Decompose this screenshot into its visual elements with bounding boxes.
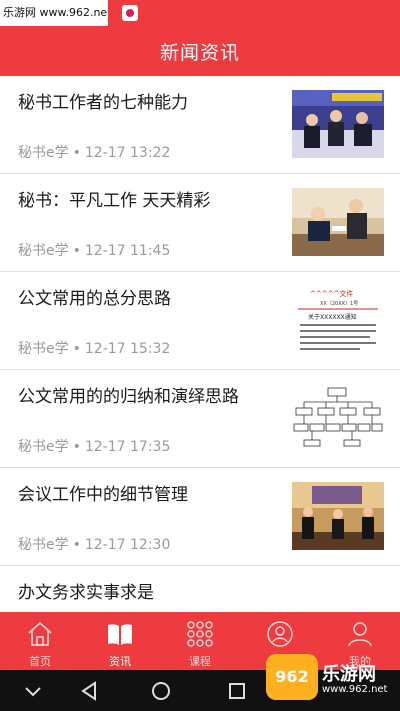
news-item[interactable]: 公文常用的的归纳和演绎思路 秘书e学 • 12-17 17:35 [0, 370, 400, 468]
news-item[interactable]: 会议工作中的细节管理 秘书e学 • 12-17 12:30 [0, 468, 400, 566]
news-meta: 秘书e学 • 12-17 17:35 [18, 439, 171, 455]
news-title: 会议工作中的细节管理 [18, 485, 188, 505]
news-time: 12-17 15:32 [84, 341, 171, 357]
doc-header-text: ^^^^^文件 [310, 289, 353, 298]
news-source: 秘书e学 [18, 439, 69, 455]
home-circle-icon[interactable] [150, 680, 172, 702]
back-icon[interactable] [78, 680, 100, 702]
status-app-icon [122, 5, 138, 21]
news-item[interactable]: 秘书工作者的七种能力 秘书e学 • 12-17 13:22 [0, 76, 400, 174]
nav-label: 资讯 [109, 655, 131, 668]
watermark-sub: www.962.net [322, 684, 388, 695]
news-list[interactable]: 秘书工作者的七种能力 秘书e学 • 12-17 13:22 秘书：平凡工作 天天精彩… [0, 76, 400, 612]
recents-icon[interactable] [226, 680, 248, 702]
news-source: 秘书e学 [18, 145, 69, 161]
watermark-text: 乐游网 [322, 664, 376, 685]
news-meta: 秘书e学 • 12-17 15:32 [18, 341, 171, 357]
document-icon: ^^^^^文件 XX〔20XX〕1号 关于XXXXXX通知 [292, 286, 384, 354]
news-source: 秘书e学 [18, 341, 69, 357]
teacher-icon [267, 621, 293, 647]
page-title: 新闻资讯 [159, 41, 240, 64]
app-header: 新闻资讯 [0, 26, 400, 76]
chevron-down-icon[interactable] [22, 680, 44, 702]
news-title: 公文常用的总分思路 [18, 289, 171, 309]
news-meta: 秘书e学 • 12-17 11:45 [18, 243, 171, 259]
photo-conference-icon [292, 482, 384, 550]
status-bar: 乐游网 www.962.net [0, 0, 400, 26]
news-time: 12-17 17:35 [84, 439, 171, 455]
news-item[interactable]: 秘书：平凡工作 天天精彩 秘书e学 • 12-17 11:45 [0, 174, 400, 272]
news-time: 12-17 12:30 [84, 537, 171, 553]
diagram-icon [292, 384, 384, 452]
user-icon [348, 622, 372, 647]
book-icon [108, 624, 132, 645]
news-title: 公文常用的的归纳和演绎思路 [18, 387, 239, 407]
watermark-logo: 962 乐游网 www.962.net [262, 646, 400, 711]
nav-label: 课程 [189, 655, 211, 668]
news-meta: 秘书e学 • 12-17 13:22 [18, 145, 171, 161]
nav-tab-news[interactable]: 资讯 [80, 612, 160, 670]
news-item[interactable]: 办文务求实事求是 [0, 566, 400, 612]
news-time: 12-17 11:45 [84, 243, 171, 259]
nav-label: 首页 [29, 655, 51, 668]
home-icon [28, 621, 52, 646]
nav-tab-home[interactable]: 首页 [0, 612, 80, 670]
grid-dots-icon [187, 621, 213, 647]
doc-subject-text: 关于XXXXXX通知 [308, 313, 357, 321]
watermark-badge: 962 [266, 654, 318, 700]
news-item[interactable]: 公文常用的总分思路 秘书e学 • 12-17 15:32 ^^^^^文件 XX〔20… [0, 272, 400, 370]
nav-tab-courses[interactable]: 课程 [160, 612, 240, 670]
news-meta: 秘书e学 • 12-17 12:30 [18, 537, 171, 553]
news-time: 12-17 13:22 [84, 145, 171, 161]
photo-office-icon [292, 188, 384, 256]
news-source: 秘书e学 [18, 243, 69, 259]
watermark-top: 乐游网 www.962.net [0, 0, 108, 26]
doc-number-text: XX〔20XX〕1号 [320, 301, 358, 307]
news-title: 办文务求实事求是 [18, 583, 154, 603]
news-source: 秘书e学 [18, 537, 69, 553]
photo-meeting-icon [292, 90, 384, 158]
news-title: 秘书：平凡工作 天天精彩 [18, 191, 211, 211]
news-title: 秘书工作者的七种能力 [18, 93, 188, 113]
